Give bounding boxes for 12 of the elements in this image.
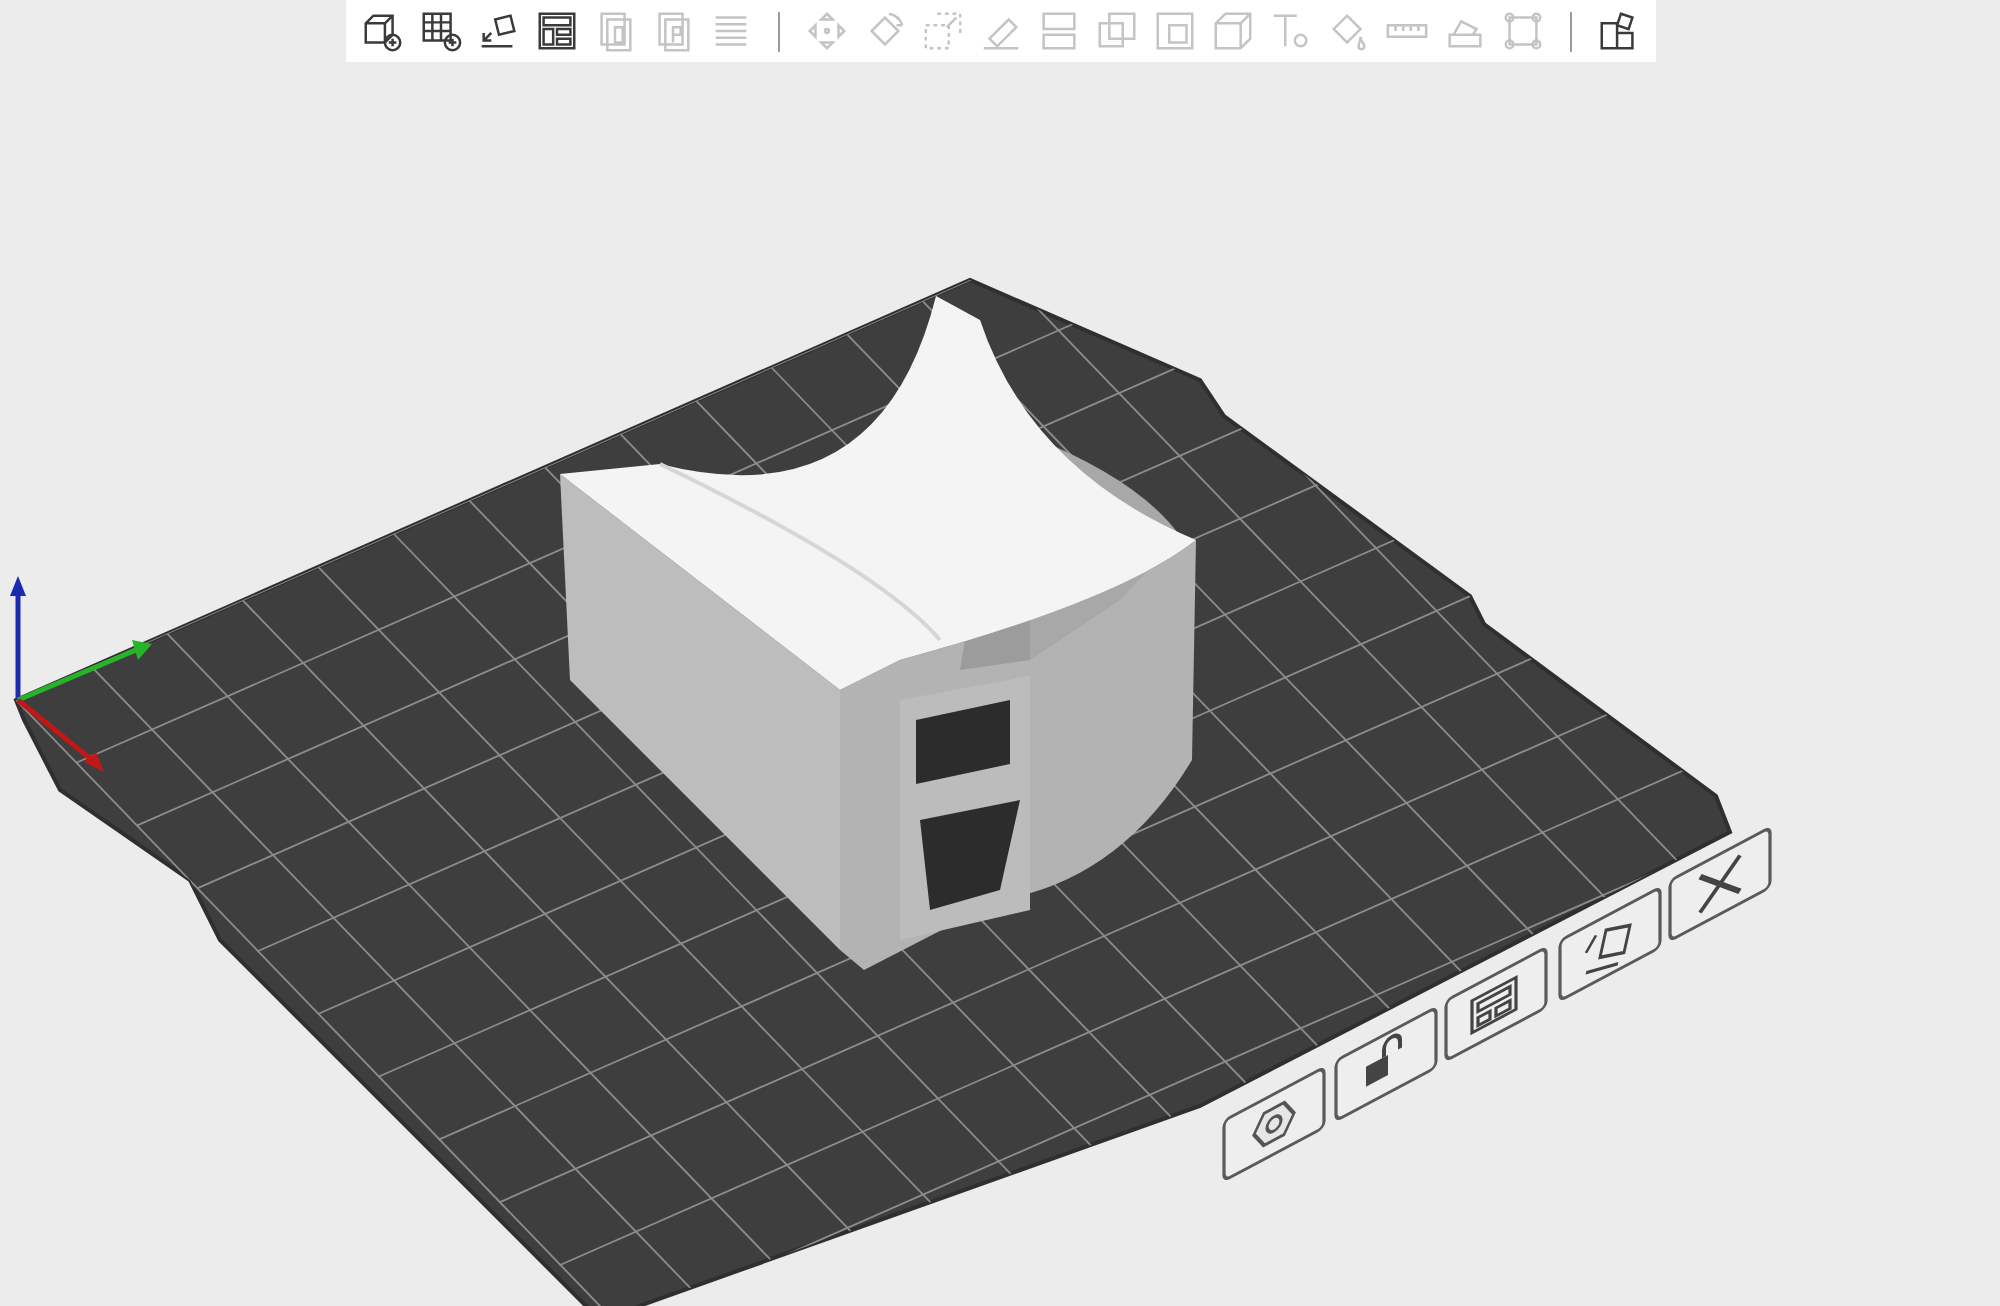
corners-icon [1499,8,1545,54]
arrange-button[interactable] [1444,945,1548,1063]
cube-icon [1209,8,1255,54]
layout-icon [533,8,579,54]
orient-button[interactable] [1558,885,1662,1003]
scale-icon [919,8,965,54]
settings-button[interactable] [1222,1065,1326,1183]
add-grid-icon [417,8,463,54]
move-icon [803,8,849,54]
add-cube-icon [359,8,405,54]
lock-button[interactable] [1334,1005,1438,1123]
overlap-icon [1093,8,1139,54]
